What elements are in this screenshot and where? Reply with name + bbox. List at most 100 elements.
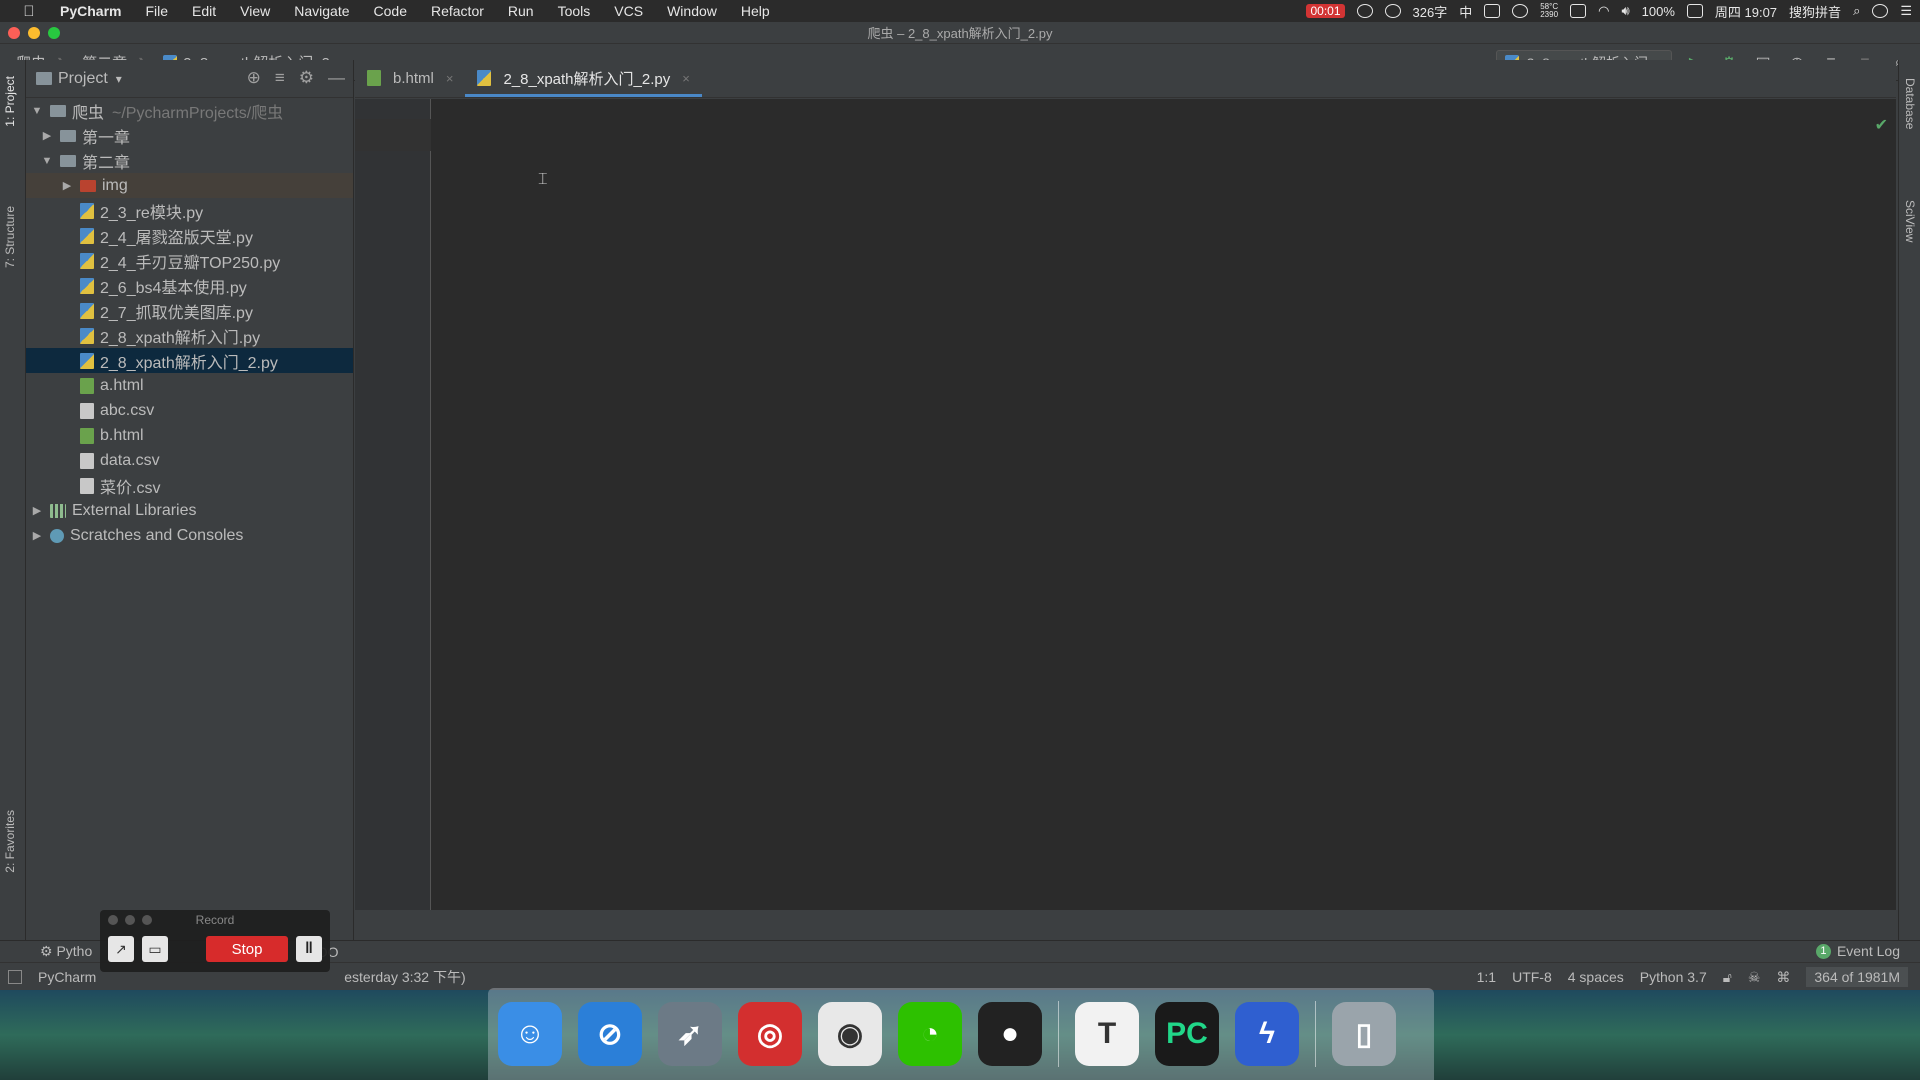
gear-icon[interactable]: ⚙ — [299, 68, 314, 88]
record-close-dot[interactable] — [108, 915, 118, 925]
inspector-icon[interactable]: ☠ — [1748, 969, 1761, 986]
editor-tab[interactable]: 2_8_xpath解析入门_2.py × — [465, 59, 703, 97]
tree-item[interactable]: a.html — [26, 373, 353, 398]
record-zoom-dot[interactable] — [142, 915, 152, 925]
indent-setting[interactable]: 4 spaces — [1568, 969, 1624, 985]
spotlight-search-icon[interactable]: ⌕ — [1853, 3, 1860, 19]
clock[interactable]: 周四 19:07 — [1715, 2, 1777, 21]
tool-tab-sciview[interactable]: SciView — [1903, 200, 1917, 242]
tree-item[interactable]: ▶ img — [26, 173, 353, 198]
close-tab-icon[interactable]: × — [446, 71, 454, 86]
minimize-window-button[interactable] — [28, 27, 40, 39]
stop-recording-button[interactable]: Stop — [206, 936, 288, 962]
tree-item[interactable]: 2_4_手刃豆瓣TOP250.py — [26, 248, 353, 273]
window-capture-icon[interactable]: ▭ — [142, 936, 168, 962]
tree-item[interactable]: abc.csv — [26, 398, 353, 423]
close-window-button[interactable] — [8, 27, 20, 39]
tree-item[interactable]: 2_8_xpath解析入门.py — [26, 323, 353, 348]
thunder-icon[interactable]: ϟ — [1235, 1002, 1299, 1066]
tree-item[interactable]: ▶ 第一章 — [26, 123, 353, 148]
menu-app-pycharm[interactable]: PyCharm — [52, 3, 133, 19]
flash-icon[interactable] — [1356, 4, 1373, 18]
notification-center-icon[interactable]: ☰ — [1900, 3, 1912, 19]
tree-item[interactable]: ▼ 爬虫 ~/PycharmProjects/爬虫 — [26, 98, 353, 123]
chevron-right-icon[interactable]: ▶ — [30, 504, 44, 517]
menu-vcs[interactable]: VCS — [602, 3, 655, 19]
tree-item[interactable]: ▼ 第二章 — [26, 148, 353, 173]
lock-icon[interactable]: 🔓︎ — [1723, 969, 1732, 986]
pause-recording-icon[interactable]: ‖ — [296, 936, 322, 962]
menu-run[interactable]: Run — [496, 3, 546, 19]
inspection-ok-icon[interactable]: ✔ — [1875, 115, 1888, 135]
tool-tab-project[interactable]: 1: Project — [3, 76, 17, 127]
menu-view[interactable]: View — [228, 3, 282, 19]
volume-icon[interactable]: 🔊︎ — [1621, 3, 1629, 19]
menu-help[interactable]: Help — [729, 3, 782, 19]
qq-icon[interactable]: ● — [978, 1002, 1042, 1066]
launchpad-icon[interactable]: ➶ — [658, 1002, 722, 1066]
temperature-readout[interactable]: 58°C 2390 — [1540, 3, 1558, 19]
chevron-down-icon[interactable]: ▼ — [40, 155, 54, 167]
typora-icon[interactable]: T — [1075, 1002, 1139, 1066]
hide-panel-icon[interactable]: — — [328, 68, 345, 88]
tree-item[interactable]: 2_3_re模块.py — [26, 198, 353, 223]
siri-icon[interactable] — [1872, 4, 1889, 18]
memory-gc-icon[interactable]: ⌘ — [1776, 969, 1790, 986]
finder-icon[interactable]: ☺ — [498, 1002, 562, 1066]
menu-edit[interactable]: Edit — [180, 3, 228, 19]
pycharm-icon[interactable]: PC — [1155, 1002, 1219, 1066]
chevron-right-icon[interactable]: ▶ — [30, 529, 44, 542]
toggle-tool-windows-icon[interactable] — [8, 970, 22, 984]
menu-navigate[interactable]: Navigate — [282, 3, 361, 19]
menu-code[interactable]: Code — [362, 3, 419, 19]
python-console-tab[interactable]: ⚙ Pytho — [30, 943, 102, 960]
input-mode[interactable]: 中 — [1459, 2, 1472, 21]
tree-item[interactable]: b.html — [26, 423, 353, 448]
chevron-right-icon[interactable]: ▶ — [60, 179, 74, 192]
apple-icon[interactable]:  — [18, 3, 40, 20]
tool-tab-database[interactable]: Database — [1903, 78, 1917, 129]
recording-timer[interactable]: 00:01 — [1306, 4, 1345, 18]
file-encoding[interactable]: UTF-8 — [1512, 969, 1552, 985]
battery-icon[interactable] — [1686, 4, 1703, 18]
tree-item[interactable]: 2_6_bs4基本使用.py — [26, 273, 353, 298]
ime-label[interactable]: 搜狗拼音 — [1789, 2, 1841, 21]
tree-item[interactable]: 2_7_抓取优美图库.py — [26, 298, 353, 323]
wechat-tray-icon[interactable] — [1384, 4, 1401, 18]
zoom-window-button[interactable] — [48, 27, 60, 39]
event-log-tab[interactable]: 1 Event Log — [1815, 943, 1900, 959]
editor-tab[interactable]: b.html × — [355, 59, 465, 97]
trash-icon[interactable]: ▯ — [1332, 1002, 1396, 1066]
chevron-right-icon[interactable]: ▶ — [40, 129, 54, 142]
tree-item[interactable]: 2_4_屠戮盗版天堂.py — [26, 223, 353, 248]
memory-indicator[interactable]: 364 of 1981M — [1806, 967, 1908, 987]
word-count[interactable]: 326字 — [1413, 2, 1448, 21]
menu-refactor[interactable]: Refactor — [419, 3, 496, 19]
menu-tools[interactable]: Tools — [546, 3, 603, 19]
tool-tab-structure[interactable]: 7: Structure — [3, 206, 17, 268]
clipboard-icon[interactable] — [1484, 4, 1501, 18]
project-view-selector[interactable]: Project — [58, 70, 108, 88]
chevron-down-icon[interactable]: ▼ — [30, 105, 44, 117]
record-minimize-dot[interactable] — [125, 915, 135, 925]
chevron-down-icon[interactable]: ▾ — [116, 72, 122, 86]
menu-file[interactable]: File — [133, 3, 180, 19]
battery-percent[interactable]: 100% — [1642, 4, 1675, 19]
collapse-all-icon[interactable]: ≡ — [275, 68, 285, 88]
locate-file-icon[interactable]: ⊕ — [247, 68, 261, 88]
annotate-pen-icon[interactable]: ↗ — [108, 936, 134, 962]
keyboard-icon[interactable] — [1570, 4, 1587, 18]
close-tab-icon[interactable]: × — [682, 71, 690, 86]
python-interpreter[interactable]: Python 3.7 — [1640, 969, 1707, 985]
tree-item[interactable]: ▶ External Libraries — [26, 498, 353, 523]
tree-item[interactable]: ▶ Scratches and Consoles — [26, 523, 353, 548]
menu-window[interactable]: Window — [655, 3, 729, 19]
netease-music-icon[interactable]: ◎ — [738, 1002, 802, 1066]
chrome-icon[interactable]: ◉ — [818, 1002, 882, 1066]
tree-item[interactable]: 2_8_xpath解析入门_2.py — [26, 348, 353, 373]
tree-item[interactable]: data.csv — [26, 448, 353, 473]
caret-position[interactable]: 1:1 — [1477, 969, 1496, 985]
safari-icon[interactable]: ⊘ — [578, 1002, 642, 1066]
wechat-icon[interactable]: ◔ — [898, 1002, 962, 1066]
tool-tab-favorites[interactable]: 2: Favorites — [3, 810, 17, 873]
